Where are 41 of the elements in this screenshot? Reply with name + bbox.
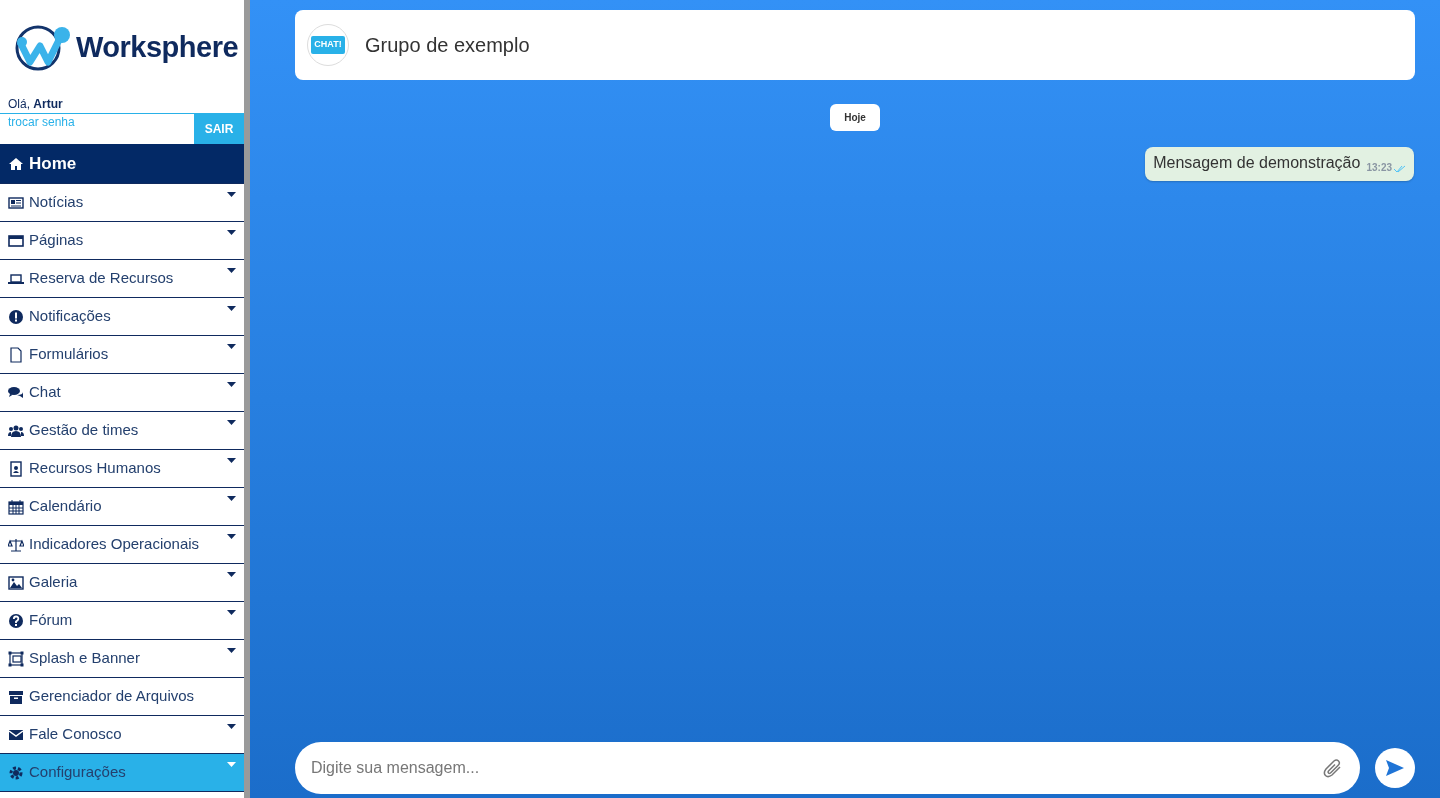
sidebar-item[interactable]: Chat: [0, 374, 244, 412]
sidebar-item[interactable]: Galeria: [0, 564, 244, 602]
message-input[interactable]: Digite sua mensagem...: [295, 742, 1360, 794]
sidebar-item[interactable]: Fórum: [0, 602, 244, 640]
date-separator: Hoje: [830, 104, 880, 131]
home-icon: [8, 155, 24, 172]
logo-icon: [14, 23, 72, 72]
window-icon: [8, 232, 24, 249]
sidebar-item[interactable]: Notificações: [0, 298, 244, 336]
brand-name: Worksphere: [76, 29, 239, 65]
frame-icon: [8, 650, 24, 667]
message-text: Mensagem de demonstração: [1153, 153, 1361, 173]
chat-title: Grupo de exemplo: [365, 33, 530, 58]
greeting-text: Olá, Artur: [8, 96, 64, 113]
sidebar-item[interactable]: Indicadores Operacionais: [0, 526, 244, 564]
sidebar-item[interactable]: Gestão de times: [0, 412, 244, 450]
calendar-icon: [8, 498, 24, 515]
sidebar-item[interactable]: Reserva de Recursos: [0, 260, 244, 298]
sidebar-item[interactable]: Splash e Banner: [0, 640, 244, 678]
gear-icon: [8, 764, 24, 781]
home-menu-item[interactable]: Home: [0, 144, 244, 184]
sidebar-item[interactable]: Formulários: [0, 336, 244, 374]
sidebar-item[interactable]: Recursos Humanos: [0, 450, 244, 488]
id-badge-icon: [8, 460, 24, 477]
document-icon: [8, 346, 24, 363]
newspaper-icon: [8, 194, 24, 211]
question-icon: [8, 612, 24, 629]
send-button[interactable]: [1375, 748, 1415, 788]
sidebar-item[interactable]: Gerenciador de Arquivos: [0, 678, 244, 716]
image-icon: [8, 574, 24, 591]
send-icon: [1386, 760, 1404, 776]
message-time: 13:23: [1366, 161, 1392, 175]
exclamation-icon: [8, 308, 24, 325]
archive-box-icon: [8, 688, 24, 705]
scales-icon: [8, 536, 24, 553]
sidebar-item[interactable]: Calendário: [0, 488, 244, 526]
sidebar-item[interactable]: Notícias: [0, 184, 244, 222]
speech-bubbles-icon: [8, 384, 24, 401]
paperclip-icon[interactable]: [1322, 757, 1344, 779]
sidebar-item[interactable]: Páginas: [0, 222, 244, 260]
sidebar-item[interactable]: Configurações: [0, 754, 244, 792]
